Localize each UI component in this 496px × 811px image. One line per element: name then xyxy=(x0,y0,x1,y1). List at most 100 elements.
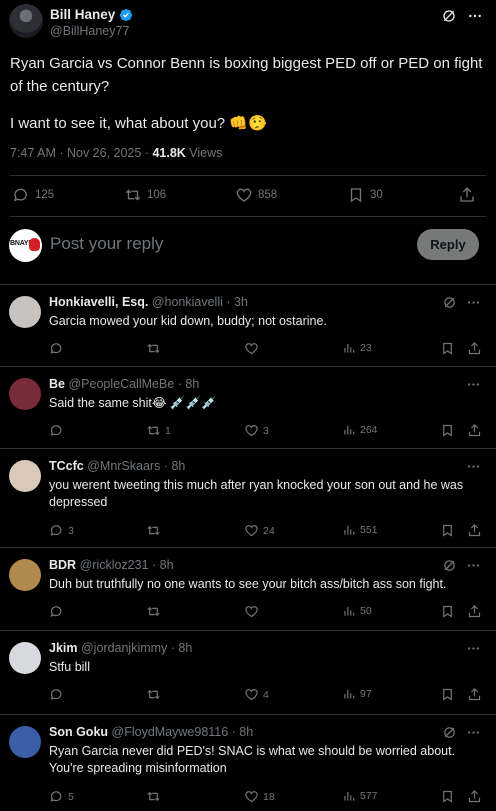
repost-icon xyxy=(147,791,160,802)
reply-author-name[interactable]: TCcfc xyxy=(49,459,84,473)
reply-author-name[interactable]: Be xyxy=(49,377,65,391)
reply-author-handle[interactable]: @rickloz231 xyxy=(80,558,149,572)
reply-time[interactable]: · 3h xyxy=(223,295,248,309)
reply-time[interactable]: · 8h xyxy=(160,459,186,473)
reply-author-handle[interactable]: @jordanjkimmy xyxy=(81,641,167,655)
reply-item[interactable]: Jkim @jordanjkimmy · 8h Stfu bill 4 97 xyxy=(0,630,496,714)
repost-action[interactable] xyxy=(146,341,165,356)
reply-button[interactable]: Reply xyxy=(417,229,479,260)
like-action[interactable]: 3 xyxy=(244,423,269,438)
more-options-icon[interactable] xyxy=(467,8,483,24)
reply-avatar[interactable] xyxy=(9,378,41,410)
reply-author-name[interactable]: Jkim xyxy=(49,641,78,655)
reply-item[interactable]: TCcfc @MnrSkaars · 8h you werent tweeting… xyxy=(0,448,496,547)
reply-item[interactable]: Son Goku @FloydMaywe98116 · 8h Ryan Garci… xyxy=(0,714,496,811)
author-name-text[interactable]: Bill Haney xyxy=(50,7,115,22)
bookmark-action[interactable] xyxy=(440,604,455,619)
repost-action[interactable]: 1 xyxy=(146,423,171,438)
bookmark-action[interactable]: 30 xyxy=(347,186,383,204)
reply-avatar[interactable] xyxy=(9,726,41,758)
reply-action[interactable]: 3 xyxy=(49,523,74,538)
like-action[interactable]: 4 xyxy=(244,687,269,702)
reply-author-handle[interactable]: @honkiavelli xyxy=(152,295,223,309)
grok-icon[interactable] xyxy=(442,558,457,573)
share-icon xyxy=(468,688,481,701)
bookmark-action[interactable] xyxy=(440,341,455,356)
views-icon xyxy=(344,689,355,699)
more-options-icon[interactable] xyxy=(466,725,481,740)
repost-action[interactable] xyxy=(146,687,165,702)
more-options-icon[interactable] xyxy=(466,459,481,474)
share-action[interactable] xyxy=(467,687,482,702)
reply-action[interactable]: 5 xyxy=(49,789,74,804)
views-action[interactable]: 551 xyxy=(342,523,378,537)
grok-icon[interactable] xyxy=(442,295,457,310)
bookmark-action[interactable] xyxy=(440,423,455,438)
views-action[interactable]: 50 xyxy=(342,604,372,618)
author-avatar[interactable] xyxy=(9,4,43,38)
repost-action[interactable] xyxy=(146,523,165,538)
reply-time[interactable]: · 8h xyxy=(149,558,174,572)
reply-author-handle[interactable]: @MnrSkaars xyxy=(87,459,160,473)
repost-count: 106 xyxy=(147,189,167,201)
reply-time[interactable]: · 8h xyxy=(167,641,193,655)
grok-icon[interactable] xyxy=(442,725,457,740)
share-icon xyxy=(468,342,481,355)
reply-avatar[interactable] xyxy=(9,559,41,591)
more-options-icon[interactable] xyxy=(466,641,481,656)
like-action[interactable]: 24 xyxy=(244,523,275,538)
reply-time[interactable]: · 8h xyxy=(228,725,254,739)
reply-author-name[interactable]: Son Goku xyxy=(49,725,108,739)
grok-icon[interactable] xyxy=(441,8,457,24)
bookmark-action[interactable] xyxy=(440,523,455,538)
my-avatar[interactable]: BNAYL xyxy=(9,229,42,262)
reply-action[interactable] xyxy=(49,687,68,702)
more-options-icon[interactable] xyxy=(466,558,481,573)
reply-input[interactable]: Post your reply xyxy=(50,234,163,254)
reply-avatar[interactable] xyxy=(9,642,41,674)
reply-author-handle[interactable]: @PeopleCallMeBe xyxy=(68,377,174,391)
reply-avatar[interactable] xyxy=(9,460,41,492)
reply-action[interactable] xyxy=(49,604,68,619)
bookmark-action[interactable] xyxy=(440,687,455,702)
reply-item[interactable]: Honkiavelli, Esq. @honkiavelli · 3h Garci… xyxy=(0,284,496,366)
bookmark-action[interactable] xyxy=(440,789,455,804)
views-action[interactable]: 23 xyxy=(342,341,372,355)
heart-icon xyxy=(245,525,258,537)
tweet-timestamp[interactable]: 7:47 AM · Nov 26, 2025 · xyxy=(10,146,152,160)
share-action[interactable] xyxy=(467,604,482,619)
repost-action[interactable] xyxy=(146,789,165,804)
reply-author-name[interactable]: BDR xyxy=(49,558,76,572)
author-name[interactable]: Bill Haney xyxy=(50,7,133,22)
views-count: 41.8K xyxy=(152,146,186,160)
views-label: Views xyxy=(185,146,223,160)
reply-avatar[interactable] xyxy=(9,296,41,328)
views-icon xyxy=(344,425,355,435)
reply-time[interactable]: · 8h xyxy=(174,377,200,391)
views-action[interactable]: 577 xyxy=(342,789,378,803)
repost-action[interactable]: 106 xyxy=(124,186,166,204)
more-options-icon[interactable] xyxy=(466,295,481,310)
share-action[interactable] xyxy=(467,341,482,356)
like-action[interactable]: 858 xyxy=(235,186,277,204)
share-action[interactable] xyxy=(467,523,482,538)
reply-action[interactable]: 125 xyxy=(12,186,54,204)
heart-icon xyxy=(245,425,258,437)
views-action[interactable]: 97 xyxy=(342,687,372,701)
reply-action[interactable] xyxy=(49,423,68,438)
reply-item[interactable]: BDR @rickloz231 · 8h Duh but truthfully n… xyxy=(0,547,496,630)
like-action[interactable]: 18 xyxy=(244,789,275,804)
share-action[interactable] xyxy=(467,423,482,438)
repost-action[interactable] xyxy=(146,604,165,619)
share-action[interactable] xyxy=(458,186,476,204)
reply-author-handle[interactable]: @FloydMaywe98116 xyxy=(112,725,229,739)
reply-author-name[interactable]: Honkiavelli, Esq. xyxy=(49,295,148,309)
reply-action[interactable] xyxy=(49,341,68,356)
more-options-icon[interactable] xyxy=(466,377,481,392)
share-action[interactable] xyxy=(467,789,482,804)
views-action[interactable]: 264 xyxy=(342,423,378,437)
reply-item[interactable]: Be @PeopleCallMeBe · 8h Said the same shi… xyxy=(0,366,496,448)
like-action[interactable] xyxy=(244,604,263,619)
author-handle[interactable]: @BillHaney77 xyxy=(50,24,129,38)
like-action[interactable] xyxy=(244,341,263,356)
